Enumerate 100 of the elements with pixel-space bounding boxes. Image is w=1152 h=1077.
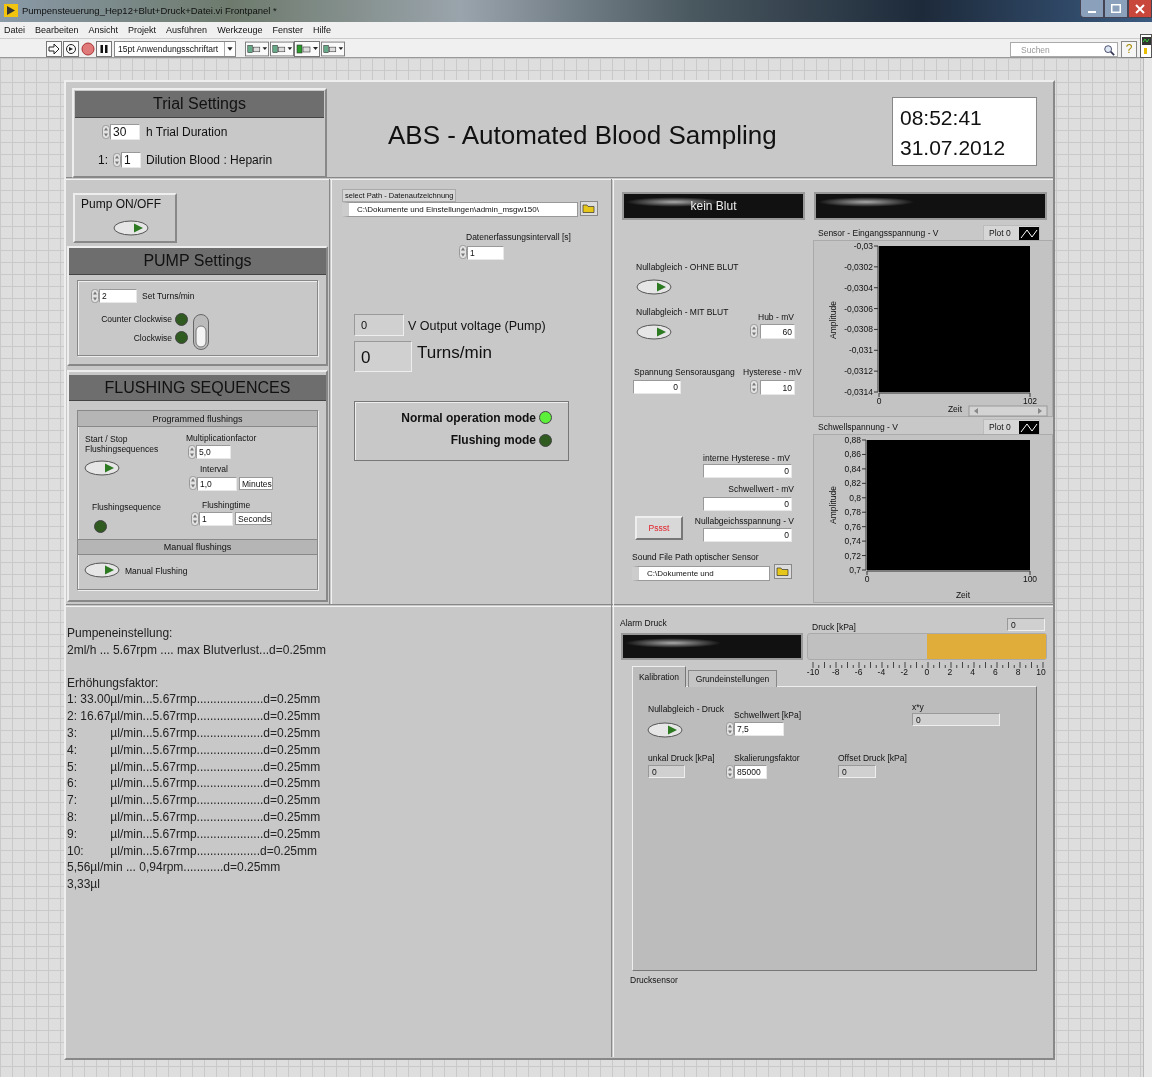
note-line: 3: µl/min...5.67rmp....................d=0.25mm [67,725,322,742]
label: Nullabgleich - MIT BLUT [636,307,729,317]
tick-label: -0,0306 [844,303,873,314]
unit-label: Minutes [239,477,273,490]
toggle-button[interactable] [647,722,683,738]
note-line: 2ml/h ... 5.67rpm .... max Blutverlust...d=0.25mm [67,641,327,659]
spin-buttons[interactable] [726,722,734,736]
toggle-button[interactable] [636,279,672,295]
spin-buttons[interactable] [191,512,199,526]
number-field[interactable]: 60 [760,324,795,339]
axis-label: Amplitude [828,301,838,339]
note-line: 10: µl/min...5.67rmp...................d=0.25mm [67,842,318,860]
caret-icon [224,42,235,56]
tab[interactable]: Kalibration [632,666,686,687]
chart-title: Schwellspannung - V [818,422,898,432]
tab[interactable]: Grundeinstellungen [688,670,777,687]
toggle-button[interactable] [636,324,672,340]
align-icon[interactable] [245,41,269,57]
path-field[interactable]: C:\Dokumente und [632,566,770,581]
reorder-icon[interactable] [321,41,345,57]
menu-item[interactable]: Werkzeuge [217,25,263,35]
spin-buttons[interactable] [750,380,758,394]
number-field[interactable]: 7,5 [734,722,784,736]
number-display: 0 [838,765,876,778]
tick-label: 0,74 [844,536,861,547]
maximize-button[interactable] [1104,0,1128,18]
number-field[interactable]: 2 [99,289,137,303]
menu-item[interactable]: Projekt [128,25,157,35]
menu-item[interactable]: Datei [4,25,25,35]
label: Turns/min [417,343,492,363]
scroll-bar[interactable] [968,405,1048,417]
ratio-prefix: 1: [98,153,108,167]
label: Spannung Sensorausgang [634,367,735,377]
spin-buttons[interactable] [750,324,758,338]
number-field[interactable]: 1 [467,246,504,260]
toggle-switch[interactable] [193,314,209,350]
number-field[interactable]: 1 [121,152,141,168]
tick-label: 0,72 [844,550,861,561]
plot-legend[interactable]: Plot 0 [983,225,1040,241]
tick-label: 102 [1022,396,1038,406]
tick-label: 100 [1022,574,1038,584]
folder-icon[interactable] [580,201,598,216]
note-line: 7: µl/min...5.67rmp....................d=0.25mm [67,792,322,809]
spin-buttons[interactable] [459,245,467,259]
minimize-button[interactable] [1080,0,1104,18]
run-continuously-icon[interactable] [63,41,79,57]
number-display: 0 [703,497,792,511]
close-button[interactable] [1128,0,1152,18]
spin-buttons[interactable] [102,124,110,140]
toggle-button[interactable] [113,220,149,236]
spin-buttons[interactable] [91,289,99,303]
number-field[interactable]: 10 [760,380,795,395]
menu-item[interactable]: Fenster [272,25,303,35]
label: Dilution Blood : Heparin [146,153,273,167]
label: Normal operation mode [400,411,536,425]
pause-icon[interactable] [96,41,112,57]
spin-buttons[interactable] [113,152,121,168]
number-display: 0 [703,528,792,542]
path-field[interactable]: C:\Dokumente und Einstellungen\admin_msgw150\ [342,202,578,217]
tick-label: 0,86 [844,449,861,460]
toggle-button[interactable] [84,460,120,476]
note-line: 5,56µl/min ... 0,94rpm............d=0.25mm [67,859,282,877]
label: Manual Flushing [125,566,188,576]
abort-icon[interactable] [80,41,96,57]
label: Pump ON/OFF [81,197,161,211]
tick-label: -0,0308 [844,324,873,335]
run-arrow-icon[interactable] [46,41,62,57]
scale-label: -6 [853,667,864,677]
folder-icon[interactable] [774,564,792,579]
spin-buttons[interactable] [188,445,196,459]
line-style-icon [1019,420,1039,434]
close-icon [1135,3,1145,14]
distribute-icon[interactable] [270,41,294,57]
plot-legend[interactable]: Plot 0 [983,419,1040,435]
number-field[interactable]: 5,0 [196,445,231,459]
number-field[interactable]: 1,0 [197,477,237,491]
section-header: FLUSHING SEQUENCES [69,375,326,401]
menu-item[interactable]: Ansicht [88,25,119,35]
number-display: 0 [703,464,792,478]
resize-icon[interactable] [294,41,320,57]
spin-buttons[interactable] [189,476,197,490]
number-field[interactable]: 1 [199,512,233,526]
number-field[interactable]: 85000 [734,765,767,779]
label: Start / Stop Flushingsequences [85,434,160,454]
label: Offset Druck [kPa] [838,753,907,763]
window-title: Pumpensteuerung_Hep12+Blut+Druck+Datei.vi Frontpanel * [22,5,277,16]
toggle-button[interactable] [84,562,120,578]
label: V Output voltage (Pump) [408,319,546,333]
number-field[interactable]: 30 [110,124,140,140]
scroll-bar[interactable] [1143,58,1152,1077]
number-display: 0 [354,314,404,336]
note-line: 4: µl/min...5.67rmp....................d=0.25mm [67,741,322,759]
menu-item[interactable]: Hilfe [313,25,331,35]
font-dropdown[interactable]: 15pt Anwendungsschriftart [114,41,236,57]
tick-label: 0,76 [844,521,861,532]
menu-item[interactable]: Bearbeiten [35,25,79,35]
note-line: 9: µl/min...5.67rmp....................d=0.25mm [67,825,322,843]
group-header: Manual flushings [78,539,317,555]
spin-buttons[interactable] [726,765,734,779]
menu-item[interactable]: Ausführen [166,25,208,35]
